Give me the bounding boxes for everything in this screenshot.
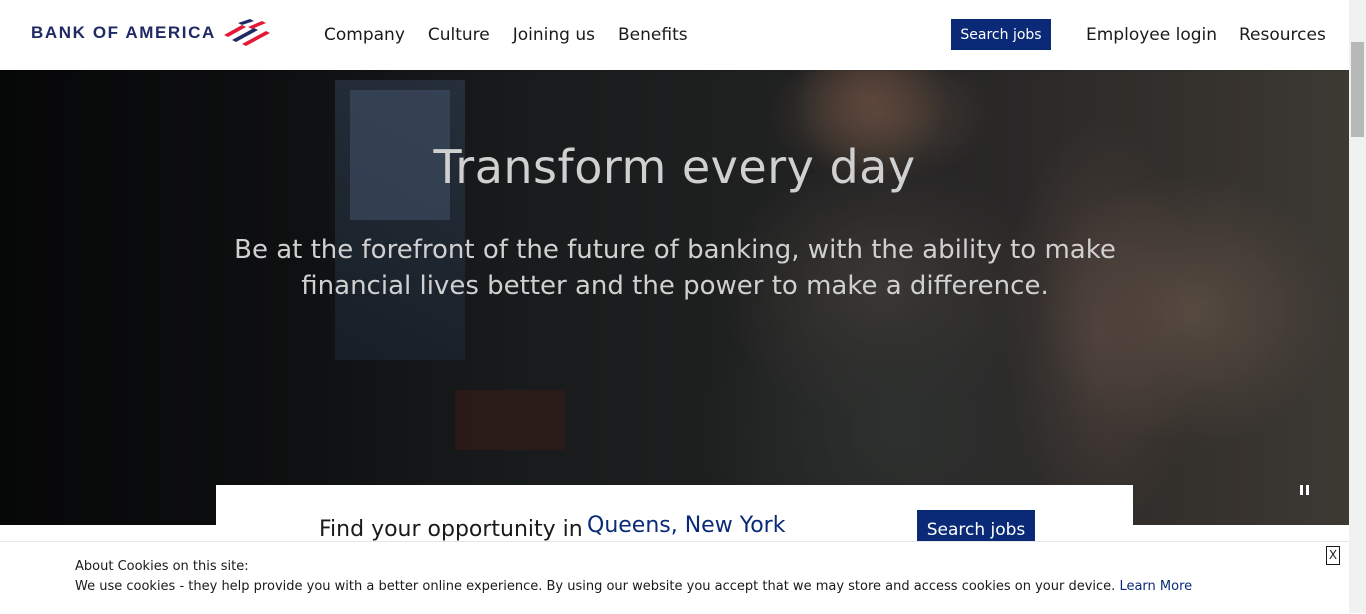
learn-more-link[interactable]: Learn More xyxy=(1119,579,1192,594)
pause-video-button[interactable] xyxy=(1300,485,1312,497)
flag-logo-icon xyxy=(223,19,270,46)
nav-joining-us[interactable]: Joining us xyxy=(513,22,595,48)
nav-benefits[interactable]: Benefits xyxy=(618,22,688,48)
find-opportunity-label: Find your opportunity in xyxy=(319,517,583,542)
nav-company[interactable]: Company xyxy=(324,22,405,48)
hero-subtitle: Be at the forefront of the future of ban… xyxy=(234,235,1116,301)
location-selector[interactable]: Queens, New York xyxy=(587,513,785,538)
nav-culture[interactable]: Culture xyxy=(428,22,490,48)
cookie-banner: About Cookies on this site: We use cooki… xyxy=(0,541,1349,614)
bank-of-america-logo[interactable]: BANK OF AMERICA xyxy=(31,18,272,48)
pause-icon xyxy=(1300,485,1303,495)
resources-link[interactable]: Resources xyxy=(1239,22,1326,48)
employee-login-link[interactable]: Employee login xyxy=(1086,22,1217,48)
cookie-title: About Cookies on this site: xyxy=(75,559,249,574)
site-header: BANK OF AMERICA Company Culture Joining … xyxy=(0,0,1349,70)
hero-banner: Transform every day Be at the forefront … xyxy=(0,70,1349,525)
page-scrollbar[interactable] xyxy=(1349,0,1366,613)
main-nav: Company Culture Joining us Benefits xyxy=(324,22,711,48)
header-search-jobs-button[interactable]: Search jobs xyxy=(951,19,1051,50)
pause-icon-bar xyxy=(1306,485,1309,495)
cookie-text: We use cookies - they help provide you w… xyxy=(75,579,1116,594)
hero-title: Transform every day xyxy=(433,140,916,194)
logo-text: BANK OF AMERICA xyxy=(31,23,216,42)
cookie-close-button[interactable]: X xyxy=(1326,546,1340,565)
cookie-message: We use cookies - they help provide you w… xyxy=(75,579,1192,594)
scrollbar-thumb[interactable] xyxy=(1351,42,1364,137)
